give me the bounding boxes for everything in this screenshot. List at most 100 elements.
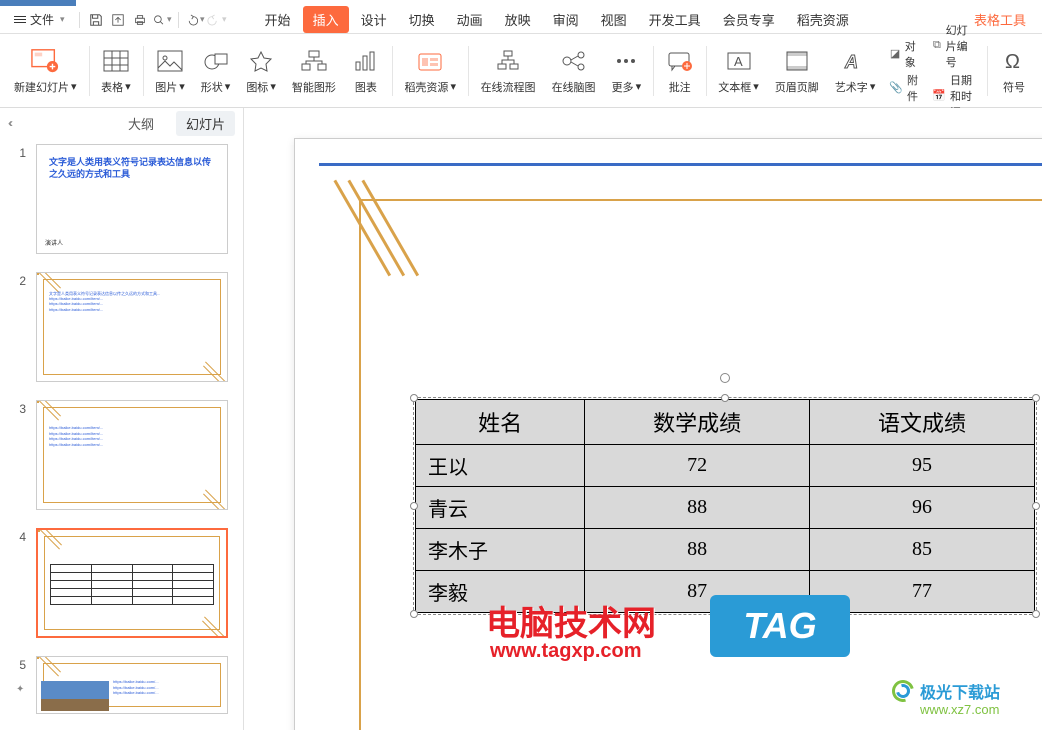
print-icon[interactable]	[130, 10, 150, 30]
frame-line	[359, 199, 361, 730]
flowchart-icon	[494, 47, 522, 75]
menubar: 文件 ▾ ▾ ▾ ▾ 开始 插入 设计 切换 动画 放映 审阅 视图 开发工具 …	[0, 6, 1042, 34]
tab-animation[interactable]: 动画	[447, 6, 493, 33]
tab-slideshow[interactable]: 放映	[495, 6, 541, 33]
animation-indicator-icon: ✦	[16, 684, 24, 695]
picture-label: 图片	[155, 79, 177, 95]
smartart-button[interactable]: 智能图形	[284, 36, 344, 106]
table-row[interactable]: 李木子8885	[416, 529, 1035, 571]
resize-handle[interactable]	[721, 394, 729, 402]
slide-top-line	[319, 163, 1042, 166]
tab-devtools[interactable]: 开发工具	[639, 6, 711, 33]
table-row[interactable]: 王以7295	[416, 445, 1035, 487]
slide-number: 4	[14, 528, 26, 544]
export-icon[interactable]	[108, 10, 128, 30]
current-slide: 姓名 数学成绩 语文成绩 王以7295 青云8896 李木子8885 李毅877…	[294, 138, 1042, 730]
resize-handle[interactable]	[410, 502, 418, 510]
table-label: 表格	[101, 79, 123, 95]
resize-handle[interactable]	[1032, 394, 1040, 402]
tab-insert[interactable]: 插入	[303, 6, 349, 33]
daoker-icon	[416, 47, 444, 75]
flowchart-button[interactable]: 在线流程图	[473, 36, 544, 106]
resize-handle[interactable]	[410, 610, 418, 618]
svg-text:Ω: Ω	[1005, 51, 1020, 72]
table-header[interactable]: 姓名	[416, 400, 585, 445]
chevron-down-icon: ▾	[60, 14, 65, 25]
table-button[interactable]: 表格▾	[93, 36, 139, 106]
attach-button[interactable]: 📎附件	[889, 72, 920, 104]
slide-number: 3	[14, 400, 26, 416]
mindmap-button[interactable]: 在线脑图	[544, 36, 604, 106]
resize-handle[interactable]	[1032, 610, 1040, 618]
flowchart-label: 在线流程图	[481, 79, 536, 95]
active-doc-tab-accent	[0, 0, 76, 6]
slide-number: 5	[14, 656, 26, 672]
slide-thumb-3[interactable]: 3 https://baike.baidu.com/item/...https:…	[14, 400, 233, 510]
symbol-button[interactable]: Ω 符号	[992, 36, 1036, 106]
daoker-button[interactable]: 稻壳资源▾	[396, 36, 464, 106]
slides-tab[interactable]: 幻灯片	[176, 111, 235, 136]
thumb1-presenter: 演讲人	[45, 238, 63, 247]
slide-thumb-4[interactable]: 4	[14, 528, 233, 638]
wordart-label: 艺术字	[835, 79, 868, 95]
slidenum-label: 幻灯片编号	[946, 22, 978, 70]
outline-tab[interactable]: 大纲	[118, 111, 164, 136]
slide-thumb-1[interactable]: 1 文字是人类用表义符号记录表达信息以传之久远的方式和工具 演讲人	[14, 144, 233, 254]
data-table[interactable]: 姓名 数学成绩 语文成绩 王以7295 青云8896 李木子8885 李毅877…	[415, 399, 1035, 613]
tab-design[interactable]: 设计	[351, 6, 397, 33]
slide-panel: ‹‹ 大纲 幻灯片 1 文字是人类用表义符号记录表达信息以传之久远的方式和工具 …	[0, 108, 244, 730]
calendar-icon: 📅	[932, 88, 946, 104]
chart-button[interactable]: 图表	[344, 36, 388, 106]
wordart-button[interactable]: A 艺术字▾	[827, 36, 884, 106]
symbol-label: 符号	[1003, 79, 1025, 95]
rotate-handle[interactable]	[720, 373, 730, 383]
svg-text:A: A	[844, 52, 858, 72]
picture-button[interactable]: 图片▾	[147, 36, 193, 106]
textbox-icon: A	[725, 47, 753, 75]
tab-daoker[interactable]: 稻壳资源	[787, 6, 859, 33]
comment-icon	[666, 47, 694, 75]
chart-icon	[352, 47, 380, 75]
header-footer-button[interactable]: 页眉页脚	[767, 36, 827, 106]
shapes-button[interactable]: 形状▾	[193, 36, 239, 106]
table-header[interactable]: 语文成绩	[810, 400, 1035, 445]
separator	[79, 12, 80, 28]
tab-view[interactable]: 视图	[591, 6, 637, 33]
tab-transition[interactable]: 切换	[399, 6, 445, 33]
more-label: 更多	[612, 79, 634, 95]
watermark-site2-url: www.xz7.com	[920, 702, 999, 717]
slidenum-icon: ⧉	[932, 38, 941, 54]
separator	[392, 46, 393, 96]
icons-button[interactable]: 图标▾	[238, 36, 284, 106]
collapse-icon[interactable]: ‹‹	[8, 116, 10, 130]
preview-icon[interactable]: ▾	[152, 10, 172, 30]
chart-label: 图表	[355, 79, 377, 95]
tab-start[interactable]: 开始	[255, 6, 301, 33]
new-slide-icon	[31, 47, 59, 75]
table-header[interactable]: 数学成绩	[585, 400, 810, 445]
tab-review[interactable]: 审阅	[543, 6, 589, 33]
comment-button[interactable]: 批注	[658, 36, 702, 106]
file-menu[interactable]: 文件 ▾	[6, 9, 73, 30]
slidenum-button[interactable]: ⧉ 幻灯片编号	[932, 22, 977, 70]
data-table-selected[interactable]: 姓名 数学成绩 语文成绩 王以7295 青云8896 李木子8885 李毅877…	[415, 399, 1035, 613]
resize-handle[interactable]	[410, 394, 418, 402]
new-slide-button[interactable]: 新建幻灯片▾	[6, 36, 85, 106]
icons-label: 图标	[246, 79, 268, 95]
resize-handle[interactable]	[1032, 502, 1040, 510]
object-button[interactable]: ◪对象	[889, 38, 920, 70]
separator	[143, 46, 144, 96]
redo-icon[interactable]: ▾	[207, 10, 227, 30]
save-icon[interactable]	[86, 10, 106, 30]
textbox-button[interactable]: A 文本框▾	[710, 36, 767, 106]
table-row[interactable]: 青云8896	[416, 487, 1035, 529]
daoker-label: 稻壳资源	[404, 79, 448, 95]
slide-thumb-2[interactable]: 2 文字是人类用表义符号记录表达信息以传之久远的方式和工具...https://…	[14, 272, 233, 382]
icons-icon	[247, 47, 275, 75]
undo-icon[interactable]: ▾	[185, 10, 205, 30]
tab-member[interactable]: 会员专享	[713, 6, 785, 33]
slide-thumb-5[interactable]: 5 https://baike.baidu.com/...https://bai…	[14, 656, 233, 714]
object-icon: ◪	[889, 46, 900, 62]
more-button[interactable]: 更多▾	[604, 36, 650, 106]
shapes-icon	[202, 47, 230, 75]
